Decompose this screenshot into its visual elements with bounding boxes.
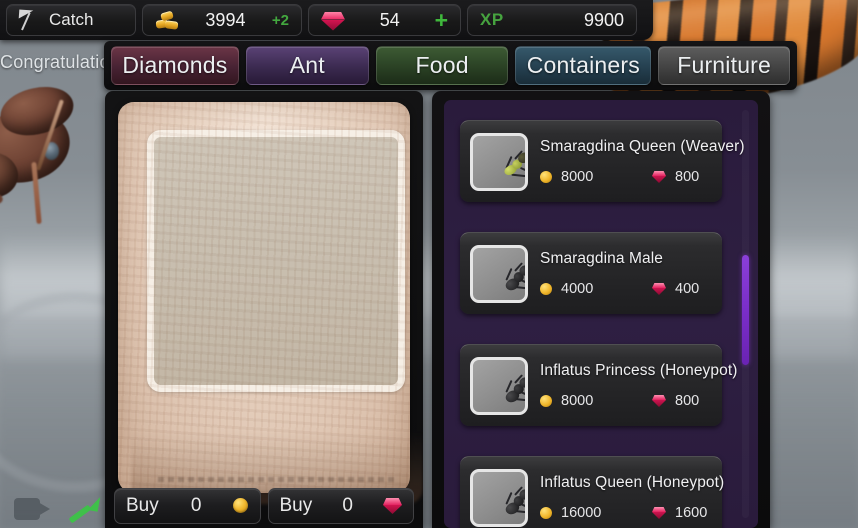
- ruby-gem-icon: [652, 395, 666, 407]
- catch-button[interactable]: Catch: [6, 4, 136, 36]
- item-name: Inflatus Princess (Honeypot): [540, 362, 738, 379]
- tab-ant[interactable]: Ant: [245, 46, 369, 85]
- ruby-gem-icon: [652, 283, 666, 295]
- add-gems-button[interactable]: +: [435, 8, 448, 32]
- item-thumbnail: [470, 356, 528, 415]
- background-ant-head: [0, 80, 98, 225]
- item-preview-panel: Buy 0 Buy 0: [105, 91, 423, 528]
- buy-gold-label: Buy: [126, 494, 159, 516]
- buy-bar: Buy 0 Buy 0: [105, 483, 423, 528]
- preview-card-caption-text: [158, 477, 398, 482]
- gold-coin-icon: [540, 395, 552, 407]
- item-thumbnail: [470, 244, 528, 303]
- gold-amount: 3994: [205, 9, 246, 30]
- congratulations-toast: Congratulatio: [0, 52, 110, 72]
- item-details: Inflatus Queen (Honeypot) 16000 1600: [528, 474, 730, 521]
- shop-item-row[interactable]: Inflatus Queen (Honeypot) 16000 1600: [460, 456, 724, 528]
- buy-with-gold-button[interactable]: Buy 0: [114, 487, 261, 524]
- item-gold-cost: 8000: [540, 169, 652, 185]
- item-details: Inflatus Princess (Honeypot) 8000 800: [528, 362, 744, 409]
- buy-gems-label: Buy: [279, 494, 313, 516]
- item-costs: 16000 1600: [540, 505, 724, 521]
- shop-list-scrollbar-thumb[interactable]: [742, 255, 749, 365]
- item-gem-cost: 1600: [652, 505, 707, 521]
- video-camera-icon[interactable]: [14, 498, 50, 520]
- shop-item-row[interactable]: Smaragdina Male 4000 400: [460, 232, 722, 314]
- item-thumbnail: [470, 132, 528, 191]
- gold-delta: +2: [271, 11, 289, 29]
- item-gold-amount: 8000: [561, 169, 594, 185]
- gem-counter[interactable]: 54 +: [308, 4, 461, 36]
- item-gem-cost: 400: [652, 281, 699, 297]
- tab-containers[interactable]: Containers: [515, 46, 652, 85]
- catch-button-label: Catch: [49, 10, 94, 29]
- game-screen: Congratulatio Catch 3994 +2 54 + XP 9900: [0, 0, 858, 528]
- item-gold-amount: 16000: [561, 505, 602, 521]
- item-gem-amount: 400: [675, 281, 700, 297]
- xp-label: XP: [480, 10, 504, 29]
- ruby-gem-icon: [382, 497, 402, 514]
- item-thumbnail: [470, 468, 528, 527]
- item-gold-amount: 8000: [561, 393, 594, 409]
- preview-card-frame: [118, 102, 423, 504]
- gold-coin-icon: [233, 498, 249, 513]
- gem-amount: 54: [379, 9, 400, 30]
- item-gem-cost: 800: [652, 393, 699, 409]
- item-costs: 8000 800: [540, 169, 745, 185]
- tab-furniture[interactable]: Furniture: [658, 46, 791, 85]
- item-gold-cost: 8000: [540, 393, 652, 409]
- shop-list-scroll-area[interactable]: Smaragdina Queen (Weaver) 8000 800 Smara…: [444, 100, 758, 528]
- item-gold-amount: 4000: [561, 281, 594, 297]
- gold-coin-icon: [540, 171, 552, 183]
- ruby-gem-icon: [652, 507, 666, 519]
- preview-card-image-area: [147, 130, 405, 392]
- item-costs: 8000 800: [540, 393, 738, 409]
- item-details: Smaragdina Male 4000 400: [528, 250, 722, 297]
- buy-gems-quantity: 0: [342, 494, 353, 516]
- item-gold-cost: 16000: [540, 505, 652, 521]
- top-stat-bar: Catch 3994 +2 54 + XP 9900: [0, 0, 653, 40]
- gold-coin-icon: [540, 507, 552, 519]
- shop-item-row[interactable]: Smaragdina Queen (Weaver) 8000 800: [460, 120, 745, 202]
- gold-coin-icon: [540, 283, 552, 295]
- item-gem-cost: 800: [652, 169, 699, 185]
- item-details: Smaragdina Queen (Weaver) 8000 800: [528, 138, 751, 185]
- shop-item-row[interactable]: Inflatus Princess (Honeypot) 8000 800: [460, 344, 737, 426]
- tab-food[interactable]: Food: [375, 46, 509, 85]
- buy-gold-quantity: 0: [190, 494, 202, 516]
- item-gold-cost: 4000: [540, 281, 652, 297]
- green-arrow-icon[interactable]: [66, 495, 101, 524]
- item-costs: 4000 400: [540, 281, 716, 297]
- item-gem-amount: 800: [675, 169, 700, 185]
- ruby-gem-icon: [652, 171, 666, 183]
- bottom-left-hud: [14, 495, 101, 524]
- xp-amount: 9900: [583, 9, 624, 30]
- shop-list-panel: Smaragdina Queen (Weaver) 8000 800 Smara…: [432, 91, 770, 528]
- item-name: Inflatus Queen (Honeypot): [540, 474, 725, 491]
- shop-category-tabs: Diamonds Ant Food Containers Furniture: [104, 41, 797, 90]
- gold-counter[interactable]: 3994 +2: [142, 4, 302, 36]
- flag-icon: [17, 9, 39, 31]
- tab-diamonds[interactable]: Diamonds: [111, 46, 239, 85]
- gold-coins-icon: [155, 10, 179, 30]
- item-gem-amount: 800: [675, 393, 700, 409]
- buy-with-gems-button[interactable]: Buy 0: [267, 487, 414, 524]
- item-name: Smaragdina Queen (Weaver): [540, 138, 745, 155]
- ruby-gem-icon: [321, 10, 345, 31]
- item-name: Smaragdina Male: [540, 250, 663, 267]
- xp-counter: XP 9900: [467, 4, 637, 36]
- item-gem-amount: 1600: [675, 505, 708, 521]
